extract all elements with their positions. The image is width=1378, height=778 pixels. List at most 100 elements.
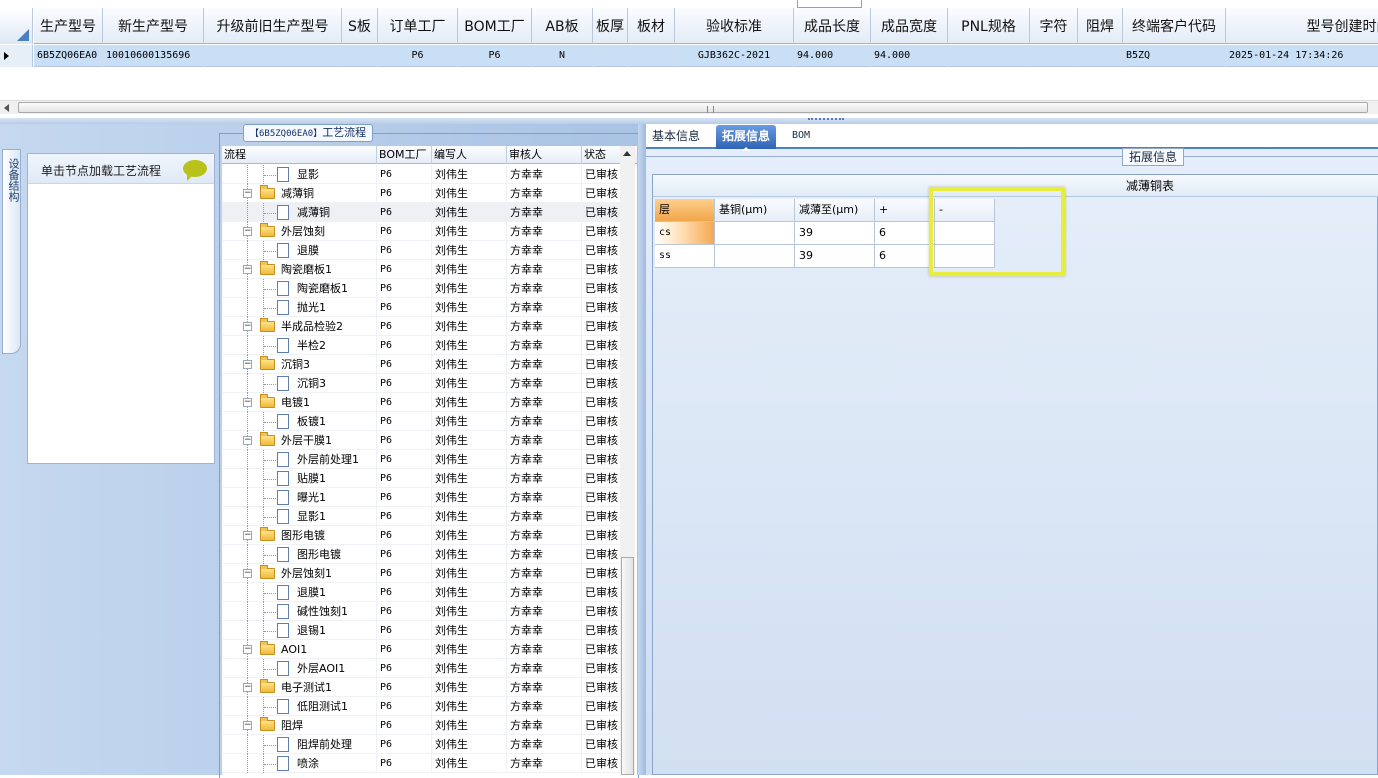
writer-cell[interactable]: 刘伟生 [432, 336, 507, 355]
tree-cell[interactable]: − 沉铜3 [222, 355, 377, 374]
status-cell[interactable]: 已审核 [582, 678, 622, 697]
bom-factory-cell[interactable]: P6 [377, 754, 432, 773]
grid-cell-6[interactable]: N [532, 45, 593, 67]
tree-cell[interactable]: 板镀1 [222, 412, 377, 431]
tree-cell[interactable]: 阻焊前处理 [222, 735, 377, 754]
tree-cell[interactable]: 喷涂 [222, 754, 377, 773]
table-cell[interactable]: 39 [795, 245, 875, 268]
tree-cell[interactable]: 退膜1 [222, 583, 377, 602]
reviewer-cell[interactable]: 方幸幸 [507, 374, 582, 393]
bom-factory-cell[interactable]: P6 [377, 716, 432, 735]
flow-row[interactable]: 板镀1 P6 刘伟生 方幸幸 已审核 [222, 412, 622, 431]
writer-cell[interactable]: 刘伟生 [432, 678, 507, 697]
reviewer-cell[interactable]: 方幸幸 [507, 488, 582, 507]
grid-cell-9[interactable]: GJB362C-2021 [675, 45, 794, 67]
flow-row[interactable]: 阻焊前处理 P6 刘伟生 方幸幸 已审核 [222, 735, 622, 754]
flow-row[interactable]: 曝光1 P6 刘伟生 方幸幸 已审核 [222, 488, 622, 507]
flow-row[interactable]: − 图形电镀 P6 刘伟生 方幸幸 已审核 [222, 526, 622, 545]
table-cell[interactable]: 39 [795, 222, 875, 245]
writer-cell[interactable]: 刘伟生 [432, 165, 507, 184]
flow-row[interactable]: − 减薄铜 P6 刘伟生 方幸幸 已审核 [222, 184, 622, 203]
grid-cell-1[interactable]: 10010600135696 [103, 45, 204, 67]
status-cell[interactable]: 已审核 [582, 336, 622, 355]
writer-cell[interactable]: 刘伟生 [432, 222, 507, 241]
device-structure-tab[interactable]: 设备结构 [2, 149, 21, 354]
node-panel-header[interactable]: 单击节点加载工艺流程 [28, 154, 214, 184]
grid-cell-10[interactable]: 94.000 [794, 45, 871, 67]
flow-row[interactable]: 退膜1 P6 刘伟生 方幸幸 已审核 [222, 583, 622, 602]
tree-cell[interactable]: − AOI1 [222, 640, 377, 659]
bom-factory-cell[interactable]: P6 [377, 241, 432, 260]
tree-cell[interactable]: − 外层蚀刻 [222, 222, 377, 241]
column-header-11[interactable]: 成品宽度 [871, 8, 948, 44]
collapse-icon[interactable]: − [243, 398, 252, 407]
reviewer-cell[interactable]: 方幸幸 [507, 165, 582, 184]
writer-cell[interactable]: 刘伟生 [432, 754, 507, 773]
flow-row[interactable]: 外层前处理1 P6 刘伟生 方幸幸 已审核 [222, 450, 622, 469]
bom-factory-cell[interactable]: P6 [377, 545, 432, 564]
status-cell[interactable]: 已审核 [582, 241, 622, 260]
tree-cell[interactable]: 沉铜3 [222, 374, 377, 393]
flow-column-header-3[interactable]: 审核人 [507, 146, 582, 164]
scroll-thumb[interactable] [18, 102, 1368, 113]
status-cell[interactable]: 已审核 [582, 526, 622, 545]
collapse-icon[interactable]: − [243, 645, 252, 654]
bom-factory-cell[interactable]: P6 [377, 203, 432, 222]
bom-factory-cell[interactable]: P6 [377, 469, 432, 488]
writer-cell[interactable]: 刘伟生 [432, 488, 507, 507]
grid-data-row[interactable]: 6B5ZQ06EA0 10010600135696 P6 P6 N GJB362C-202… [34, 45, 1378, 67]
tree-cell[interactable]: 贴膜1 [222, 469, 377, 488]
collapse-icon[interactable]: − [243, 569, 252, 578]
table-cell[interactable]: 6 [875, 222, 935, 245]
flow-row[interactable]: − 电镀1 P6 刘伟生 方幸幸 已审核 [222, 393, 622, 412]
tree-cell[interactable]: 外层前处理1 [222, 450, 377, 469]
collapse-icon[interactable]: − [243, 265, 252, 274]
grid-cell-3[interactable] [342, 45, 378, 67]
reviewer-cell[interactable]: 方幸幸 [507, 640, 582, 659]
tab-extended-info[interactable]: 拓展信息 [716, 125, 777, 151]
tree-cell[interactable]: − 图形电镀 [222, 526, 377, 545]
column-header-9[interactable]: 验收标准 [675, 8, 794, 44]
writer-cell[interactable]: 刘伟生 [432, 621, 507, 640]
reviewer-cell[interactable]: 方幸幸 [507, 393, 582, 412]
grid-cell-16[interactable]: 2025-01-24 17:34:26 [1226, 45, 1378, 67]
flow-row[interactable]: − 外层蚀刻 P6 刘伟生 方幸幸 已审核 [222, 222, 622, 241]
tree-cell[interactable]: − 电子测试1 [222, 678, 377, 697]
table-cell[interactable]: 6 [875, 245, 935, 268]
writer-cell[interactable]: 刘伟生 [432, 298, 507, 317]
grid-cell-15[interactable]: B5ZQ [1123, 45, 1226, 67]
collapse-icon[interactable]: − [243, 531, 252, 540]
table-cell[interactable] [715, 245, 795, 268]
reviewer-cell[interactable]: 方幸幸 [507, 336, 582, 355]
flow-row[interactable]: 外层AOI1 P6 刘伟生 方幸幸 已审核 [222, 659, 622, 678]
status-cell[interactable]: 已审核 [582, 640, 622, 659]
collapse-icon[interactable]: − [243, 683, 252, 692]
tree-cell[interactable]: 减薄铜 [222, 203, 377, 222]
status-cell[interactable]: 已审核 [582, 697, 622, 716]
writer-cell[interactable]: 刘伟生 [432, 583, 507, 602]
reviewer-cell[interactable]: 方幸幸 [507, 355, 582, 374]
status-cell[interactable]: 已审核 [582, 260, 622, 279]
writer-cell[interactable]: 刘伟生 [432, 260, 507, 279]
reviewer-cell[interactable]: 方幸幸 [507, 279, 582, 298]
flow-row[interactable]: 图形电镀 P6 刘伟生 方幸幸 已审核 [222, 545, 622, 564]
status-cell[interactable]: 已审核 [582, 735, 622, 754]
status-cell[interactable]: 已审核 [582, 412, 622, 431]
flow-vertical-scrollbar[interactable] [620, 146, 635, 775]
reviewer-cell[interactable]: 方幸幸 [507, 317, 582, 336]
status-cell[interactable]: 已审核 [582, 184, 622, 203]
tree-cell[interactable]: − 阻焊 [222, 716, 377, 735]
collapse-icon[interactable]: − [243, 227, 252, 236]
flow-column-header-1[interactable]: BOM工厂 [377, 146, 432, 164]
column-header-13[interactable]: 字符 [1030, 8, 1078, 44]
status-cell[interactable]: 已审核 [582, 298, 622, 317]
reviewer-cell[interactable]: 方幸幸 [507, 564, 582, 583]
bom-factory-cell[interactable]: P6 [377, 450, 432, 469]
flow-scroll-thumb[interactable] [621, 557, 634, 775]
column-header-10[interactable]: 成品长度 [794, 8, 871, 44]
bom-factory-cell[interactable]: P6 [377, 355, 432, 374]
flow-row[interactable]: 退膜 P6 刘伟生 方幸幸 已审核 [222, 241, 622, 260]
status-cell[interactable]: 已审核 [582, 602, 622, 621]
grid-cell-0[interactable]: 6B5ZQ06EA0 [34, 45, 103, 67]
status-cell[interactable]: 已审核 [582, 659, 622, 678]
